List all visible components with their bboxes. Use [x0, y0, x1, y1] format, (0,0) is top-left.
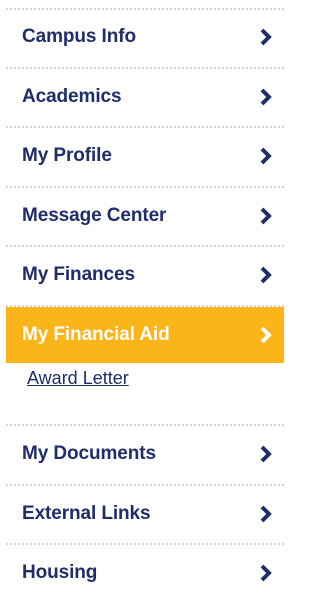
nav-item-label: My Documents: [22, 443, 156, 464]
nav-item-external-links[interactable]: External Links: [6, 486, 284, 542]
chevron-right-icon: [258, 206, 274, 226]
nav-item-label: Campus Info: [22, 26, 136, 47]
nav-item-housing[interactable]: Housing: [6, 545, 284, 601]
nav-item-label: My Profile: [22, 145, 112, 166]
nav-item-label: External Links: [22, 503, 151, 524]
nav-item-my-documents[interactable]: My Documents: [6, 426, 284, 482]
chevron-right-icon: [258, 444, 274, 464]
nav-item-message-center[interactable]: Message Center: [6, 188, 284, 244]
chevron-right-icon: [258, 27, 274, 47]
nav-item-label: Academics: [22, 86, 122, 107]
nav-item-campus-info[interactable]: Campus Info: [6, 9, 284, 65]
nav-item-label: Message Center: [22, 205, 167, 226]
nav-item-academics[interactable]: Academics: [6, 69, 284, 125]
nav-item-label: Housing: [22, 562, 98, 583]
nav-item-my-profile[interactable]: My Profile: [6, 128, 284, 184]
nav-item-my-finances[interactable]: My Finances: [6, 247, 284, 303]
chevron-right-icon: [258, 87, 274, 107]
chevron-right-icon: [258, 504, 274, 524]
chevron-right-icon: [258, 265, 274, 285]
chevron-right-icon: [258, 325, 274, 345]
chevron-right-icon: [258, 146, 274, 166]
sidebar-nav: Campus Info Academics My Profile Message…: [0, 0, 286, 592]
nav-item-my-financial-aid[interactable]: My Financial Aid: [6, 307, 284, 363]
nav-item-label: My Finances: [22, 264, 135, 285]
award-letter-link[interactable]: Award Letter: [27, 368, 129, 389]
nav-item-label: My Financial Aid: [22, 324, 170, 345]
chevron-right-icon: [258, 563, 274, 583]
